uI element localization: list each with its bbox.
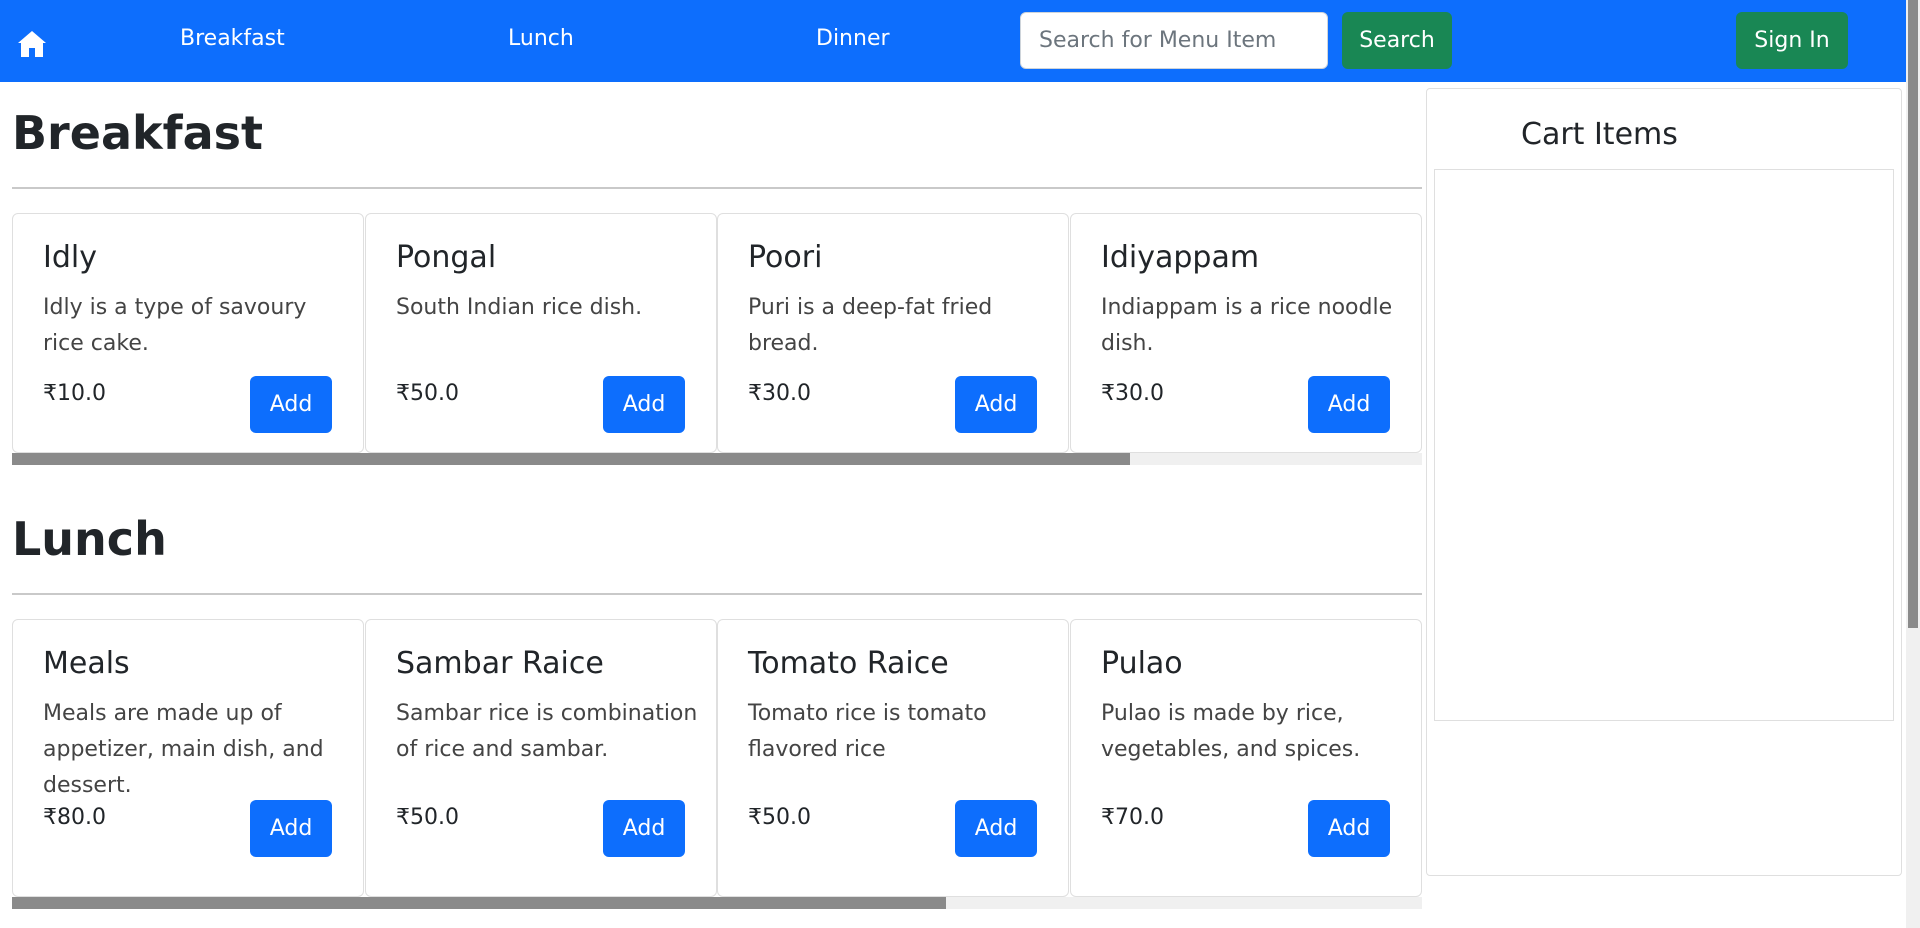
card-price: ₹80.0 <box>43 805 106 830</box>
add-button[interactable]: Add <box>955 376 1037 433</box>
card-price: ₹50.0 <box>396 381 459 406</box>
card-title: Pulao <box>1101 646 1183 681</box>
menu-card: Meals Meals are made up of appetizer, ma… <box>12 619 364 897</box>
horizontal-scrollbar[interactable] <box>12 453 1422 465</box>
search-input[interactable] <box>1020 12 1328 69</box>
card-description: South Indian rice dish. <box>396 295 643 320</box>
card-price: ₹30.0 <box>1101 381 1164 406</box>
scrollbar-thumb[interactable] <box>12 897 946 909</box>
search-button[interactable]: Search <box>1342 12 1452 69</box>
add-button[interactable]: Add <box>250 800 332 857</box>
card-price: ₹50.0 <box>396 805 459 830</box>
section-divider <box>12 187 1422 189</box>
card-price: ₹10.0 <box>43 381 106 406</box>
menu-card: Pulao Pulao is made by rice, vegetables,… <box>1070 619 1422 897</box>
card-title: Idiyappam <box>1101 240 1260 275</box>
add-button[interactable]: Add <box>603 376 685 433</box>
main-content: Breakfast Idly Idly is a type of savoury… <box>0 82 1906 928</box>
add-button[interactable]: Add <box>1308 800 1390 857</box>
card-title: Tomato Raice <box>748 646 949 681</box>
menu-card: Poori Puri is a deep-fat fried bread. ₹3… <box>717 213 1069 453</box>
scrollbar-thumb[interactable] <box>12 453 1130 465</box>
nav-link-dinner[interactable]: Dinner <box>816 26 890 51</box>
nav-link-lunch[interactable]: Lunch <box>508 26 574 51</box>
section-title-breakfast: Breakfast <box>12 106 264 160</box>
home-icon[interactable] <box>17 29 47 59</box>
menu-card: Idiyappam Indiappam is a rice noodle dis… <box>1070 213 1422 453</box>
add-button[interactable]: Add <box>250 376 332 433</box>
top-navbar: Breakfast Lunch Dinner Search Sign In <box>0 0 1906 82</box>
section-divider <box>12 593 1422 595</box>
add-button[interactable]: Add <box>603 800 685 857</box>
card-description: Sambar rice is combination of rice and s… <box>396 701 698 762</box>
card-description: Puri is a deep-fat fried bread. <box>748 295 993 356</box>
page-scrollbar[interactable] <box>1906 0 1920 928</box>
cart-items-list <box>1434 169 1894 721</box>
add-button[interactable]: Add <box>1308 376 1390 433</box>
menu-card: Pongal South Indian rice dish. ₹50.0 Add <box>365 213 717 453</box>
sign-in-button[interactable]: Sign In <box>1736 12 1848 69</box>
card-title: Sambar Raice <box>396 646 604 681</box>
nav-link-breakfast[interactable]: Breakfast <box>180 26 285 51</box>
card-description: Pulao is made by rice, vegetables, and s… <box>1101 701 1361 762</box>
add-button[interactable]: Add <box>955 800 1037 857</box>
menu-card: Sambar Raice Sambar rice is combination … <box>365 619 717 897</box>
menu-card: Tomato Raice Tomato rice is tomato flavo… <box>717 619 1069 897</box>
card-description: Tomato rice is tomato flavored rice <box>748 701 987 762</box>
cart-panel: Cart Items <box>1426 88 1902 876</box>
menu-card: Idly Idly is a type of savoury rice cake… <box>12 213 364 453</box>
card-price: ₹70.0 <box>1101 805 1164 830</box>
section-title-lunch: Lunch <box>12 512 167 566</box>
card-title: Poori <box>748 240 823 275</box>
cart-title: Cart Items <box>1521 117 1678 152</box>
card-price: ₹50.0 <box>748 805 811 830</box>
horizontal-scrollbar[interactable] <box>12 897 1422 909</box>
card-price: ₹30.0 <box>748 381 811 406</box>
card-title: Idly <box>43 240 97 275</box>
card-title: Pongal <box>396 240 497 275</box>
scrollbar-thumb[interactable] <box>1908 0 1918 628</box>
card-title: Meals <box>43 646 130 681</box>
card-description: Indiappam is a rice noodle dish. <box>1101 295 1393 356</box>
card-description: Meals are made up of appetizer, main dis… <box>43 701 324 798</box>
card-description: Idly is a type of savoury rice cake. <box>43 295 307 356</box>
